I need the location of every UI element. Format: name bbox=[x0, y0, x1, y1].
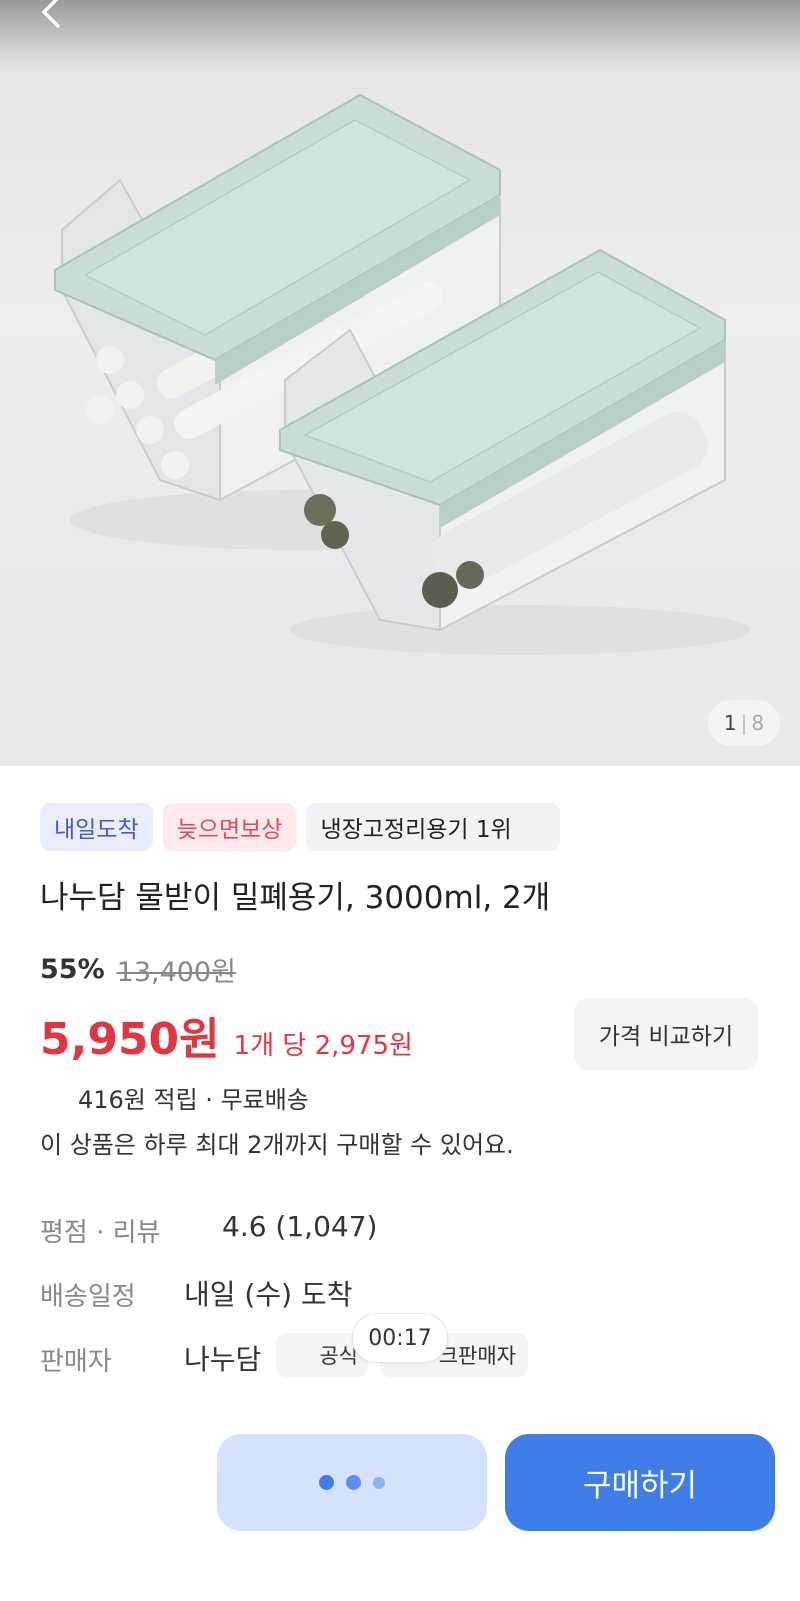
purchase-limit-notice: 이 상품은 하루 최대 2개까지 구매할 수 있어요. bbox=[40, 1131, 514, 1159]
unit-price: 1개 당 2,975원 bbox=[233, 1031, 413, 1061]
chevron-left-icon bbox=[42, 0, 60, 28]
timer-badge: 00:17 bbox=[352, 1313, 448, 1363]
loading-dot-1 bbox=[319, 1475, 334, 1490]
badge-ranking[interactable]: 냉장고정리용기 1위 bbox=[306, 803, 561, 851]
compare-price-button[interactable]: 가격 비교하기 bbox=[574, 998, 758, 1070]
buy-button[interactable]: 구매하기 bbox=[505, 1434, 775, 1531]
seller-type-chip-label: 크판매자 bbox=[438, 1344, 516, 1368]
back-button[interactable] bbox=[36, 0, 72, 30]
more-options-button[interactable] bbox=[217, 1434, 487, 1531]
price-row: 5,950원 1개 당 2,975원 bbox=[40, 1003, 413, 1067]
seller-value[interactable]: 나누담 bbox=[184, 1338, 261, 1378]
badge-late-compensation: 늦으면보상 bbox=[162, 803, 297, 851]
badge-tomorrow-delivery: 내일도착 bbox=[40, 803, 153, 851]
product-photo bbox=[54, 93, 750, 655]
loading-dot-2 bbox=[346, 1475, 361, 1490]
rating-value[interactable]: 4.6 (1,047) bbox=[222, 1210, 377, 1243]
product-title: 나누담 물받이 밀폐용기, 3000ml, 2개 bbox=[40, 880, 551, 916]
discount-rate: 55% bbox=[40, 954, 105, 985]
product-image[interactable]: 1 | 8 bbox=[0, 0, 800, 766]
delivery-value: 내일 (수) 도착 bbox=[184, 1278, 353, 1311]
image-counter-total: 8 bbox=[751, 711, 765, 735]
loading-dot-3 bbox=[373, 1476, 385, 1489]
delivery-label: 배송일정 bbox=[40, 1282, 136, 1312]
image-counter: 1 | 8 bbox=[708, 700, 780, 746]
image-counter-current: 1 bbox=[723, 711, 737, 735]
original-price: 13,400원 bbox=[116, 957, 236, 988]
shipping-info: 416원 적립 · 무료배송 bbox=[78, 1086, 309, 1114]
sale-price: 5,950원 bbox=[40, 1014, 220, 1065]
badge-row: 내일도착 늦으면보상 냉장고정리용기 1위 bbox=[40, 803, 561, 851]
rating-label: 평점 · 리뷰 bbox=[40, 1218, 161, 1248]
discount-row: 55% 13,400원 bbox=[40, 950, 236, 989]
image-counter-separator: | bbox=[740, 711, 748, 735]
seller-label: 판매자 bbox=[40, 1347, 112, 1377]
